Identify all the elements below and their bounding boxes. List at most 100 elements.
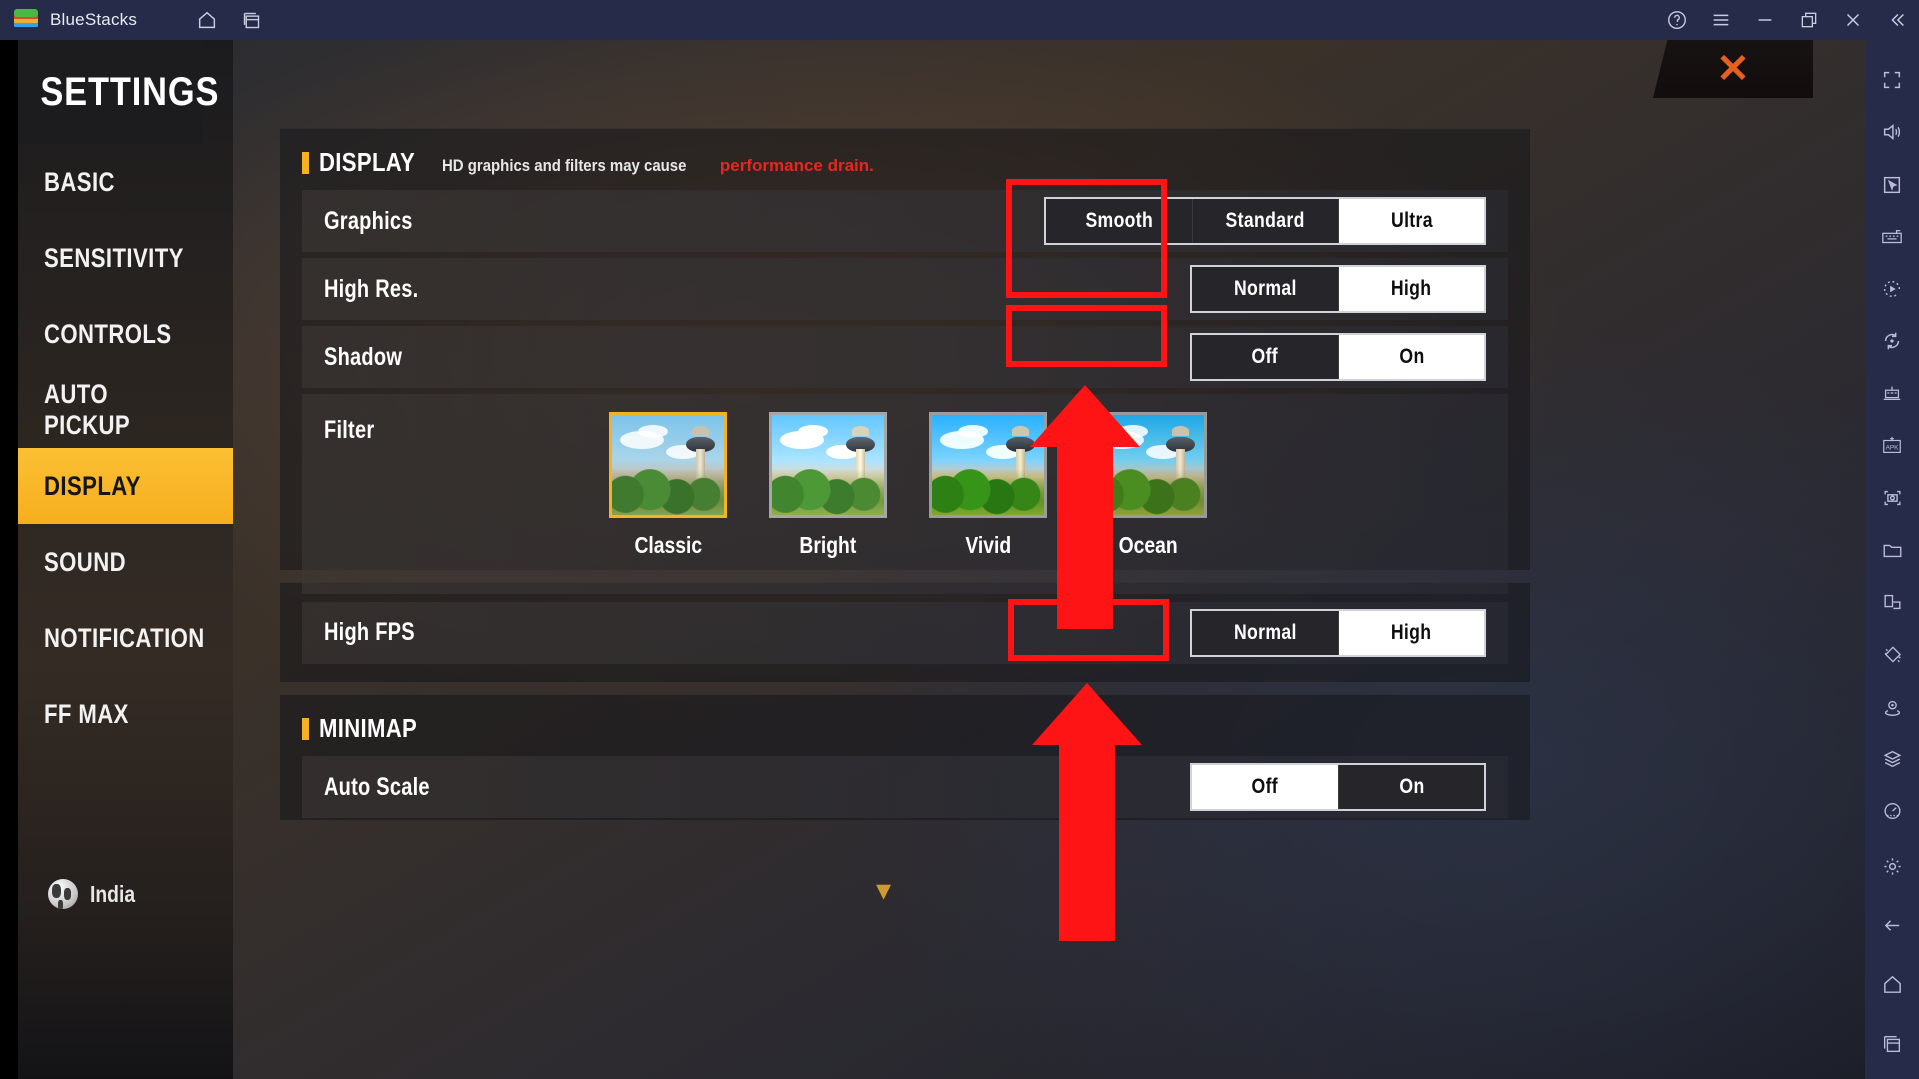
recent-apps-icon[interactable] <box>1865 1014 1919 1073</box>
filter-thumbnail <box>768 412 887 518</box>
screenshot-icon[interactable] <box>1865 472 1919 524</box>
home-icon[interactable] <box>185 0 229 40</box>
shake-icon[interactable] <box>1865 628 1919 680</box>
sidebar-item-controls[interactable]: CONTROLS <box>18 296 233 372</box>
dock-bottom-group <box>1865 837 1919 1079</box>
auto-scale-option-off[interactable]: Off <box>1192 765 1338 809</box>
high-res-label: High Res. <box>324 274 419 303</box>
cursor-icon[interactable] <box>1865 158 1919 210</box>
region-label: India <box>90 880 136 907</box>
sidebar-item-label: CONTROLS <box>44 318 172 349</box>
display-section-header: DISPLAY HD graphics and filters may caus… <box>280 129 1530 190</box>
annotation-arrow-high-fps <box>1032 683 1142 941</box>
shadow-label: Shadow <box>324 342 403 371</box>
display-section-title-wrap: DISPLAY <box>319 147 432 178</box>
collapse-sidebar-icon[interactable] <box>1875 0 1919 40</box>
region-indicator[interactable]: India <box>18 879 233 909</box>
globe-icon <box>48 879 78 909</box>
row-label-wrap: Auto Scale <box>324 773 456 802</box>
sidebar-item-sensitivity[interactable]: SENSITIVITY <box>18 220 233 296</box>
multi-instance-manager-icon[interactable] <box>1865 367 1919 419</box>
option-label: Standard <box>1225 209 1306 232</box>
row-label-wrap: Shadow <box>324 343 422 372</box>
auto-scale-segmented-control: Off On <box>1190 763 1486 811</box>
fullscreen-icon[interactable] <box>1865 54 1919 106</box>
option-label: On <box>1398 775 1425 798</box>
sidebar-item-label: SOUND <box>44 546 127 577</box>
help-icon[interactable] <box>1655 0 1699 40</box>
filter-thumbnail <box>608 412 727 518</box>
sidebar-item-basic[interactable]: BASIC <box>18 144 233 220</box>
annotation-arrow-display <box>1030 385 1140 629</box>
shadow-option-on[interactable]: On <box>1338 335 1484 379</box>
scroll-down-caret-icon[interactable]: ▾ <box>876 876 891 906</box>
multi-window-icon[interactable] <box>1865 576 1919 628</box>
option-label: Normal <box>1233 277 1297 300</box>
graphics-option-smooth[interactable]: Smooth <box>1046 199 1192 243</box>
note-plain: HD graphics and filters may cause <box>442 156 687 175</box>
row-graphics: Graphics Smooth Standard Ultra <box>302 190 1508 252</box>
close-icon[interactable] <box>1831 0 1875 40</box>
row-label-wrap: High FPS <box>324 618 438 647</box>
row-label-wrap: High Res. <box>324 275 442 304</box>
menu-icon[interactable] <box>1699 0 1743 40</box>
sidebar-item-notification[interactable]: NOTIFICATION <box>18 600 233 676</box>
sidebar-item-label: FF MAX <box>44 698 129 729</box>
section-accent-bar <box>302 151 309 174</box>
close-settings-icon[interactable]: ✕ <box>1716 49 1750 89</box>
filter-caption: Vivid <box>965 532 1011 558</box>
option-label: Normal <box>1233 620 1297 644</box>
row-shadow: Shadow Off On <box>302 326 1508 388</box>
restore-icon[interactable] <box>1787 0 1831 40</box>
row-auto-scale: Auto Scale Off On <box>302 756 1508 818</box>
minimap-section-title-wrap: MINIMAP <box>319 713 434 744</box>
high-res-option-normal[interactable]: Normal <box>1192 267 1338 311</box>
performance-icon[interactable] <box>1865 785 1919 837</box>
row-high-fps: High FPS Normal High <box>302 601 1508 664</box>
option-label: High <box>1391 620 1432 644</box>
right-sidebar-dock: APK <box>1865 40 1919 1079</box>
high-fps-option-high[interactable]: High <box>1338 610 1484 655</box>
shadow-option-off[interactable]: Off <box>1192 335 1338 379</box>
sidebar-item-label: DISPLAY <box>44 470 141 501</box>
filter-option-classic[interactable]: Classic <box>608 412 727 559</box>
option-label: Ultra <box>1390 209 1433 232</box>
graphics-option-ultra[interactable]: Ultra <box>1338 199 1484 243</box>
sidebar-item-display[interactable]: DISPLAY <box>18 448 233 524</box>
graphics-label: Graphics <box>324 206 413 235</box>
option-label: Off <box>1251 345 1279 368</box>
display-section-note: HD graphics and filters may cause perfor… <box>442 156 874 176</box>
install-apk-icon[interactable]: APK <box>1865 419 1919 471</box>
settings-close-banner[interactable]: ✕ <box>1653 40 1813 98</box>
multi-instance-icon[interactable] <box>229 0 273 40</box>
display-section-title: DISPLAY <box>319 147 416 177</box>
graphics-option-standard[interactable]: Standard <box>1192 199 1338 243</box>
filter-option-bright[interactable]: Bright <box>768 412 887 559</box>
auto-scale-label: Auto Scale <box>324 772 430 801</box>
sidebar-item-sound[interactable]: SOUND <box>18 524 233 600</box>
media-folder-icon[interactable] <box>1865 524 1919 576</box>
high-fps-section-card: High FPS Normal High <box>280 582 1530 682</box>
layers-icon[interactable] <box>1865 733 1919 785</box>
sidebar-item-auto-pickup[interactable]: AUTO PICKUP <box>18 372 233 448</box>
high-fps-option-normal[interactable]: Normal <box>1192 610 1338 655</box>
sidebar-item-label: NOTIFICATION <box>44 622 205 653</box>
minimize-icon[interactable] <box>1743 0 1787 40</box>
auto-scale-option-on[interactable]: On <box>1338 765 1484 809</box>
volume-icon[interactable] <box>1865 106 1919 158</box>
display-section-card: DISPLAY HD graphics and filters may caus… <box>280 128 1530 594</box>
display-settings-panel: DISPLAY HD graphics and filters may caus… <box>280 128 1530 906</box>
high-res-option-high[interactable]: High <box>1338 267 1484 311</box>
sidebar-item-ff-max[interactable]: FF MAX <box>18 676 233 752</box>
section-accent-bar <box>302 717 309 740</box>
keyboard-controls-icon[interactable] <box>1865 211 1919 263</box>
filter-caption: Bright <box>799 532 857 558</box>
back-icon[interactable] <box>1865 896 1919 955</box>
settings-gear-icon[interactable] <box>1865 837 1919 896</box>
shadow-segmented-control: Off On <box>1190 333 1486 381</box>
filter-caption-wrap: Bright <box>769 532 887 559</box>
location-icon[interactable] <box>1865 680 1919 732</box>
android-home-icon[interactable] <box>1865 955 1919 1014</box>
macro-play-icon[interactable] <box>1865 263 1919 315</box>
rotate-icon[interactable] <box>1865 315 1919 367</box>
